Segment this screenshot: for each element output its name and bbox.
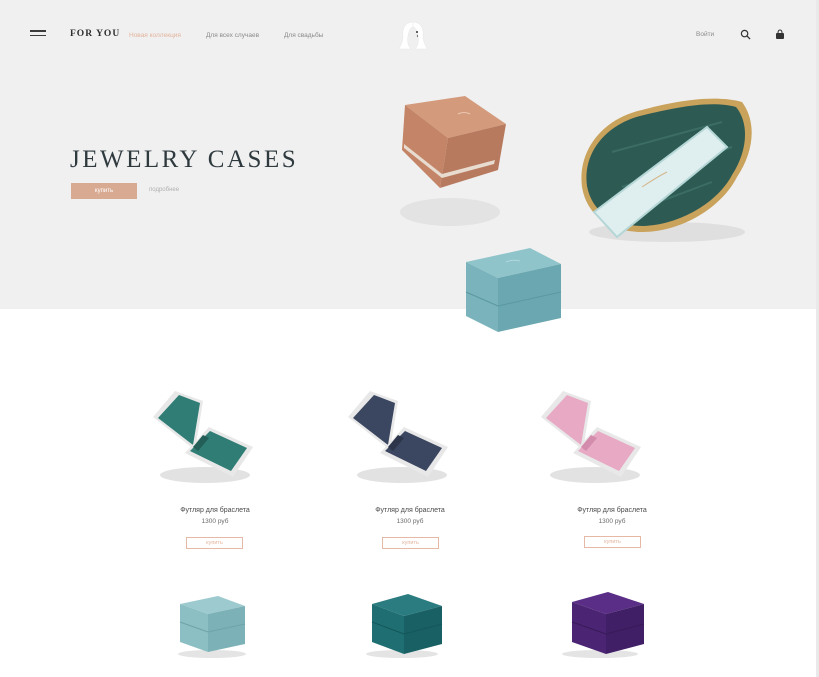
product-name-1: Футляр для браслета xyxy=(180,507,250,514)
brand-name[interactable]: FOR YOU xyxy=(70,29,120,39)
product-name-3: Футляр для браслета xyxy=(577,507,647,514)
hero-buy-button[interactable]: купить xyxy=(71,183,137,199)
product-image-4 xyxy=(178,596,246,658)
teal-box-image xyxy=(465,248,562,332)
search-icon[interactable] xyxy=(740,29,751,40)
hero-more-link[interactable]: подробнее xyxy=(149,187,179,193)
nav-link-wedding[interactable]: Для свадьбы xyxy=(284,32,323,39)
top-nav: FOR YOU Новая коллекция Для всех случаев… xyxy=(0,0,819,70)
product-buy-button-2[interactable]: купить xyxy=(382,537,439,549)
product-image-5 xyxy=(366,594,443,658)
product-name-2: Футляр для браслета xyxy=(375,507,445,514)
product-image-3 xyxy=(541,391,641,483)
nav-link-new-collection[interactable]: Новая коллекция xyxy=(129,32,181,39)
product-price-1: 1300 руб xyxy=(201,518,229,525)
leaf-tray-image xyxy=(581,98,752,242)
product-image-6 xyxy=(562,592,645,658)
menu-icon[interactable] xyxy=(30,30,46,40)
hero-title: JEWELRY CASES xyxy=(70,146,299,173)
product-buy-button-3[interactable]: купить xyxy=(584,536,641,548)
product-price-2: 1300 руб xyxy=(396,518,424,525)
product-price-3: 1300 руб xyxy=(598,518,626,525)
product-image-1 xyxy=(153,391,253,483)
logo-icon[interactable] xyxy=(398,20,428,50)
product-buy-button-1[interactable]: купить xyxy=(186,537,243,549)
shopping-bag-icon[interactable] xyxy=(775,29,785,40)
product-image-2 xyxy=(348,391,448,483)
peach-box-image xyxy=(400,96,506,226)
nav-link-all-occasions[interactable]: Для всех случаев xyxy=(206,32,259,39)
login-link[interactable]: Войти xyxy=(696,31,714,38)
